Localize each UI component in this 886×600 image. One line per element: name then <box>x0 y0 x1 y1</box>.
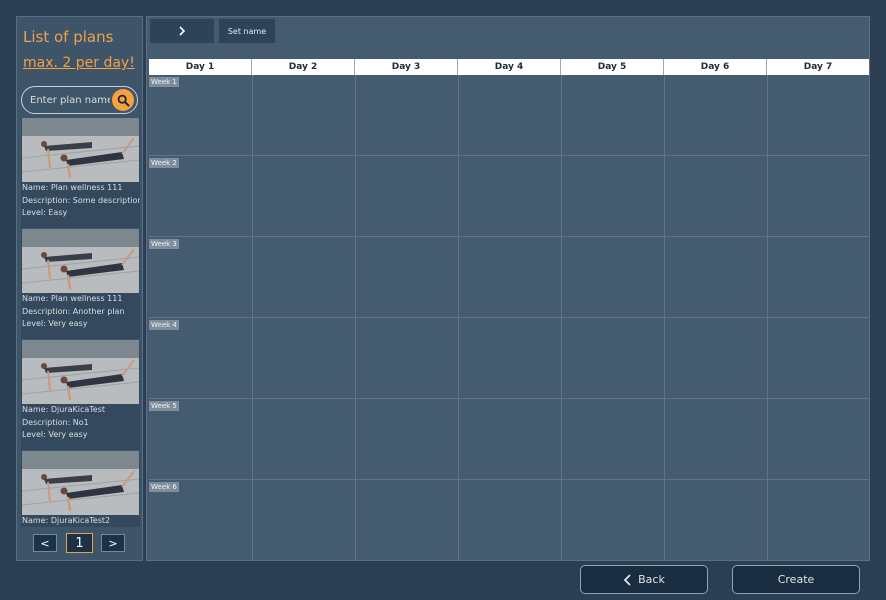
week-label: Week 2 <box>149 158 179 168</box>
week-day-grid: Day 1 Day 2 Day 3 Day 4 Day 5 Day 6 Day … <box>149 59 869 560</box>
week-label: Week 5 <box>149 401 179 411</box>
plan-name: Name: Plan wellness 111 <box>22 294 123 303</box>
week-label: Week 3 <box>149 239 179 249</box>
plan-card[interactable]: Name: DjuraKicaTest2 <box>21 451 140 527</box>
pagination: < 1 > <box>17 533 142 557</box>
limit-link[interactable]: max. 2 per day! <box>23 55 135 71</box>
week-row[interactable]: Week 5 <box>149 399 869 480</box>
plan-description: Description: No1 <box>22 417 89 427</box>
week-row[interactable]: Week 6 <box>149 480 869 561</box>
create-button[interactable]: Create <box>732 565 860 594</box>
plan-name: Name: Plan wellness 111 <box>22 183 123 192</box>
week-row[interactable]: Week 3 <box>149 237 869 318</box>
plan-name: Name: DjuraKicaTest <box>22 405 106 414</box>
week-row[interactable]: Week 4 <box>149 318 869 399</box>
day-header: Day 3 <box>355 59 458 75</box>
day-header: Day 7 <box>767 59 869 75</box>
plan-list: Name: Plan wellness 111 Description: Som… <box>21 118 140 527</box>
current-page: 1 <box>66 533 93 553</box>
day-header: Day 6 <box>664 59 767 75</box>
week-row[interactable]: Week 1 <box>149 75 869 156</box>
plan-card[interactable]: Name: Plan wellness 111 Description: Ano… <box>21 229 140 339</box>
back-button-label: Back <box>638 573 665 586</box>
prev-page-button[interactable]: < <box>33 534 57 552</box>
plan-description: Description: Some description <box>22 195 140 205</box>
week-row[interactable]: Week 2 <box>149 156 869 237</box>
day-header: Day 2 <box>252 59 355 75</box>
plan-thumbnail <box>22 451 139 515</box>
plan-name: Name: DjuraKicaTest2 <box>22 516 111 525</box>
search-button[interactable] <box>112 89 134 111</box>
set-name-button[interactable]: Set name <box>219 19 275 43</box>
plan-card[interactable]: Name: Plan wellness 111 Description: Som… <box>21 118 140 228</box>
next-page-button[interactable]: > <box>101 534 125 552</box>
week-label: Week 6 <box>149 482 179 492</box>
week-label: Week 1 <box>149 77 179 87</box>
plan-level: Level: Very easy <box>22 430 88 440</box>
plan-level: Level: Very easy <box>22 319 88 329</box>
plan-thumbnail <box>22 340 139 404</box>
plans-sidebar: List of plans max. 2 per day! Enter plan… <box>16 16 143 561</box>
week-label: Week 4 <box>149 320 179 330</box>
back-button[interactable]: Back <box>580 565 708 594</box>
plan-description: Description: Another plan <box>22 306 125 316</box>
toggle-sidebar-button[interactable] <box>150 19 214 43</box>
day-header: Day 1 <box>149 59 252 75</box>
calendar-panel: Set name Day 1 Day 2 Day 3 Day 4 Day 5 D… <box>146 16 870 561</box>
plan-card[interactable]: Name: DjuraKicaTest Description: No1 Lev… <box>21 340 140 450</box>
create-button-label: Create <box>777 573 815 586</box>
search-icon <box>117 94 129 106</box>
plan-search-input[interactable] <box>30 92 110 108</box>
plan-thumbnail <box>22 118 139 182</box>
sidebar-title: List of plans <box>23 28 114 46</box>
plan-thumbnail <box>22 229 139 293</box>
chevron-right-icon <box>179 26 186 36</box>
plan-level: Level: Easy <box>22 208 68 218</box>
day-header: Day 4 <box>458 59 561 75</box>
chevron-left-icon <box>623 573 631 586</box>
search-box <box>21 86 138 114</box>
day-header: Day 5 <box>561 59 664 75</box>
